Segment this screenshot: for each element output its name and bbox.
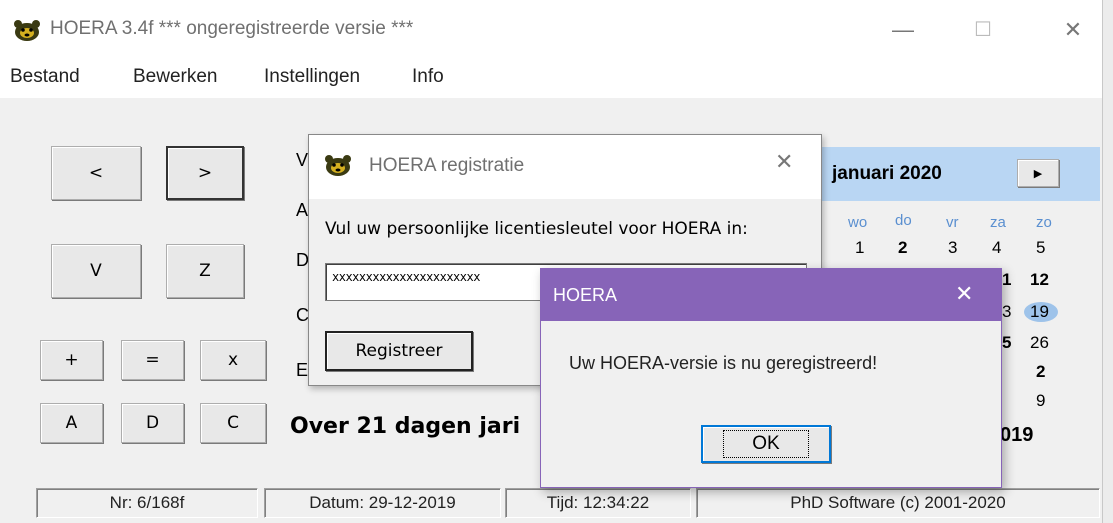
calendar-day[interactable]: 26 — [1030, 333, 1049, 353]
message-text: Uw HOERA-versie is nu geregistreerd! — [569, 353, 878, 373]
calendar-dow-do: do — [895, 212, 912, 229]
menu-info[interactable]: Info — [412, 66, 444, 88]
calendar-day[interactable]: 3 — [1002, 302, 1011, 322]
calendar-day[interactable]: 1 — [1002, 270, 1011, 290]
license-key-value: xxxxxxxxxxxxxxxxxxxxxx — [332, 270, 480, 284]
menu-instellingen[interactable]: Instellingen — [264, 66, 360, 88]
v-button[interactable]: V — [51, 244, 141, 298]
next-button[interactable]: > — [166, 146, 244, 200]
hoera-bear-icon — [14, 20, 40, 41]
calendar-day[interactable]: 5 — [1002, 333, 1011, 353]
times-button[interactable]: x — [200, 340, 266, 380]
menu-bestand[interactable]: Bestand — [10, 66, 80, 88]
status-tijd: Tijd: 12:34:22 — [505, 488, 691, 518]
window-title: HOERA 3.4f *** ongeregistreerde versie *… — [50, 18, 414, 39]
hoera-bear-icon — [325, 155, 351, 176]
calendar-dow-zo: zo — [1036, 214, 1052, 231]
field-label-a: A — [296, 200, 309, 220]
calendar-day[interactable]: 9 — [1036, 391, 1045, 411]
register-button[interactable]: Registreer — [325, 331, 473, 371]
calendar-day[interactable]: 1 — [855, 238, 864, 258]
calendar-day[interactable]: 3 — [948, 238, 957, 258]
ok-button[interactable]: OK — [701, 425, 831, 463]
maximize-button[interactable]: ☐ — [960, 12, 1006, 48]
registration-prompt: Vul uw persoonlijke licentiesleutel voor… — [325, 219, 748, 239]
status-nr: Nr: 6/168f — [36, 488, 258, 518]
equals-button[interactable]: = — [121, 340, 184, 380]
menu-bar: Bestand Bewerken Instellingen Info — [0, 62, 1102, 98]
calendar-day[interactable]: 5 — [1036, 238, 1045, 258]
calendar-dow-za: za — [990, 214, 1006, 231]
plus-button[interactable]: + — [40, 340, 103, 380]
d-button[interactable]: D — [121, 403, 184, 443]
field-label-e: E — [296, 360, 309, 380]
registration-title: HOERA registratie — [369, 155, 525, 176]
calendar-header: januari 2020 ▶ — [798, 147, 1100, 201]
registration-title-bar: HOERA registratie ✕ — [309, 135, 821, 199]
status-copyright: PhD Software (c) 2001-2020 — [696, 488, 1100, 518]
title-bar: HOERA 3.4f *** ongeregistreerde versie *… — [0, 0, 1102, 62]
prev-button[interactable]: < — [51, 146, 141, 200]
calendar-year-fragment: 019 — [1000, 424, 1034, 446]
countdown-text: Over 21 dagen jari — [290, 414, 521, 439]
calendar-dow-wo: wo — [848, 214, 868, 231]
message-close-button[interactable]: ✕ — [955, 281, 973, 307]
calendar-dow-vr: vr — [946, 214, 959, 231]
message-title: HOERA — [553, 285, 618, 305]
calendar-day[interactable]: 4 — [992, 238, 1001, 258]
minimize-button[interactable]: — — [880, 12, 926, 48]
field-label-v: V — [296, 150, 309, 170]
z-button[interactable]: Z — [166, 244, 244, 298]
message-title-bar: HOERA ✕ — [541, 269, 1001, 321]
calendar-month-label: januari 2020 — [832, 163, 942, 184]
calendar-day[interactable]: 2 — [898, 238, 907, 258]
status-datum: Datum: 29-12-2019 — [264, 488, 501, 518]
ok-label: OK — [723, 430, 809, 458]
message-box: HOERA ✕ Uw HOERA-versie is nu geregistre… — [540, 268, 1002, 488]
calendar-day[interactable]: 2 — [1036, 362, 1045, 382]
calendar-day-today[interactable]: 19 — [1030, 302, 1049, 322]
c-button[interactable]: C — [200, 403, 266, 443]
calendar-day[interactable]: 12 — [1030, 270, 1049, 290]
registration-close-button[interactable]: ✕ — [775, 149, 793, 175]
a-button[interactable]: A — [40, 403, 103, 443]
calendar-next-button[interactable]: ▶ — [1017, 159, 1059, 187]
close-button[interactable]: ✕ — [1050, 12, 1096, 48]
menu-bewerken[interactable]: Bewerken — [133, 66, 218, 88]
